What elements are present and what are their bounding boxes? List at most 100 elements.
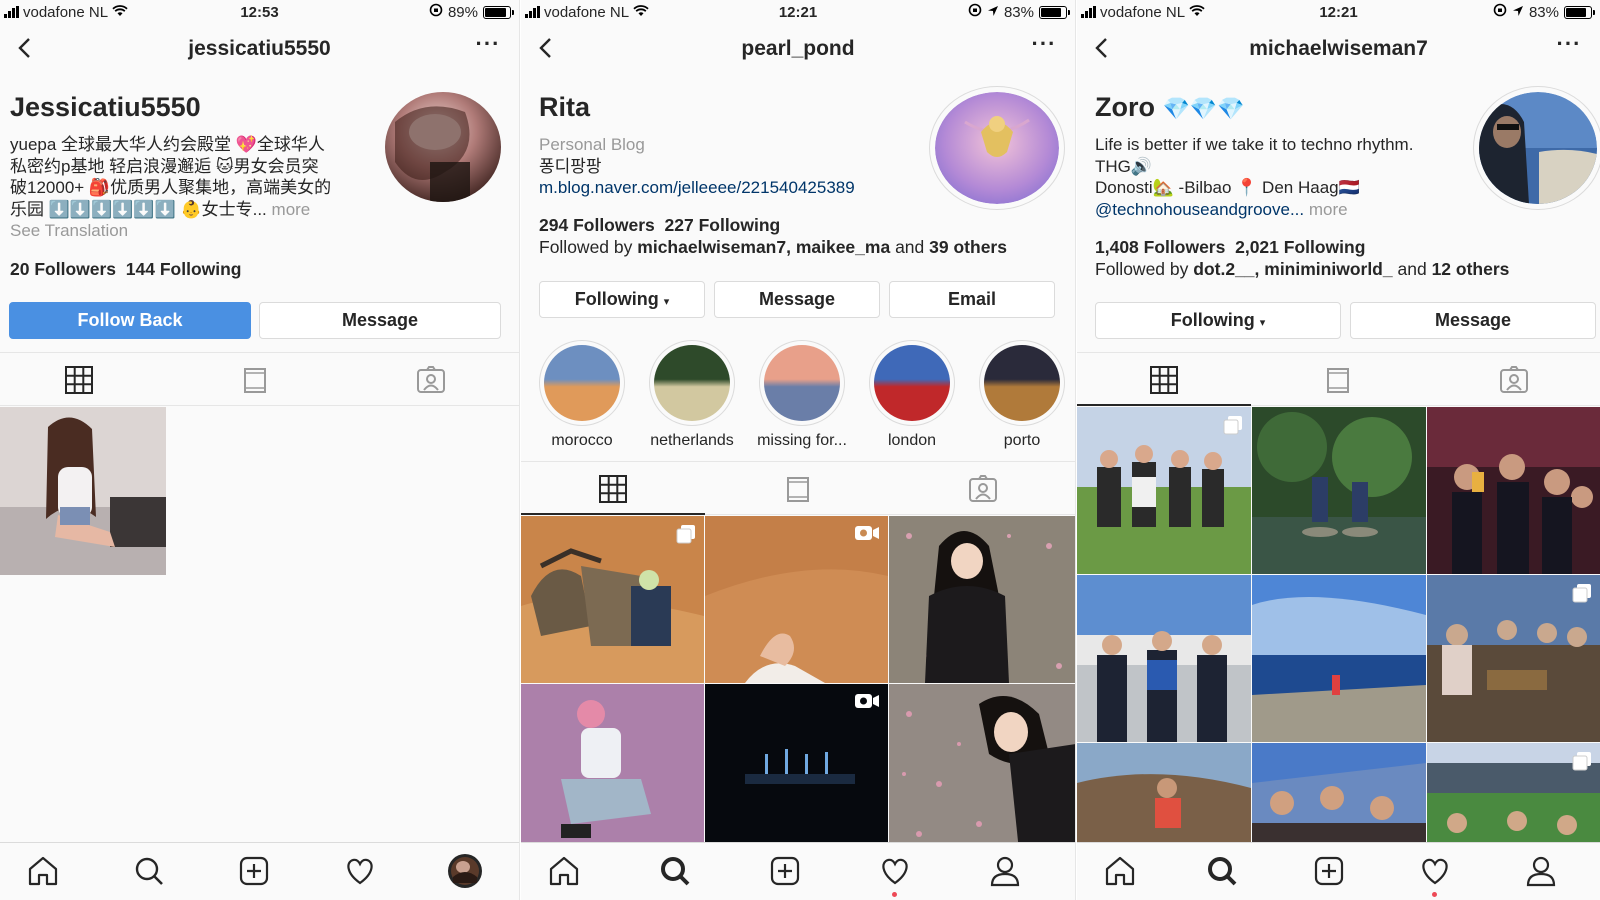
bottom-navigation [1077, 842, 1600, 900]
nav-search[interactable] [131, 853, 167, 889]
battery-icon [1564, 5, 1595, 19]
new-post-icon [1314, 856, 1344, 886]
tagged-icon [1500, 366, 1528, 393]
following-stat[interactable]: 144 Following [126, 259, 242, 279]
post-thumbnail[interactable] [1427, 743, 1600, 842]
following-count: 144 [125, 259, 155, 279]
new-post-icon [239, 856, 269, 886]
post-thumbnail[interactable] [1427, 575, 1600, 742]
profile-avatar[interactable] [1473, 86, 1600, 210]
back-button[interactable] [12, 34, 40, 62]
nav-home[interactable] [1102, 853, 1138, 889]
see-translation-link[interactable]: See Translation [10, 220, 370, 242]
tab-grid[interactable] [597, 473, 629, 505]
followed-by-line[interactable]: Followed by dot.2__, miniminiworld_ and … [1095, 258, 1595, 280]
post-grid [1077, 407, 1600, 842]
post-thumbnail[interactable] [705, 516, 888, 683]
profile-website-link[interactable]: m.blog.naver.com/jelleeee/221540425389 [539, 177, 919, 199]
email-button[interactable]: Email [889, 281, 1055, 318]
story-highlight[interactable]: missing for... [752, 340, 852, 450]
tab-tagged[interactable] [967, 473, 999, 505]
notification-dot [1432, 892, 1437, 897]
post-thumbnail[interactable] [1427, 407, 1600, 574]
back-button[interactable] [533, 34, 561, 62]
more-options-button[interactable]: ··· [1029, 33, 1059, 62]
back-button[interactable] [1089, 34, 1117, 62]
profile-bio: yuepa 全球最大华人约会殿堂 💖全球华人 私密约p基地 轻启浪漫邂逅 🐱男女… [10, 134, 370, 242]
story-highlight[interactable]: morocco [532, 340, 632, 450]
notification-dot [892, 892, 897, 897]
followers-stat[interactable]: 20 Followers [10, 259, 116, 279]
post-thumbnail[interactable] [889, 684, 1075, 842]
post-thumbnail[interactable] [521, 684, 704, 842]
nav-profile[interactable] [447, 853, 483, 889]
tab-feed[interactable] [1322, 364, 1354, 396]
message-button[interactable]: Message [1350, 302, 1596, 339]
post-thumbnail[interactable] [1252, 575, 1426, 742]
followed-by-line[interactable]: Followed by michaelwiseman7, maikee_ma a… [539, 236, 1059, 258]
story-highlight[interactable]: porto [972, 340, 1072, 450]
more-options-button[interactable]: ··· [473, 33, 503, 62]
bio-more-link[interactable]: more [1309, 200, 1348, 219]
display-name-text: Zoro [1095, 92, 1155, 122]
message-button[interactable]: Message [714, 281, 880, 318]
nav-activity[interactable] [877, 853, 913, 889]
following-stat[interactable]: 2,021 Following [1235, 237, 1365, 257]
nav-new-post[interactable] [236, 853, 272, 889]
following-button[interactable]: Following ▾ [539, 281, 705, 318]
nav-activity[interactable] [342, 853, 378, 889]
more-options-button[interactable]: ··· [1554, 31, 1584, 62]
post-thumbnail[interactable] [521, 516, 704, 683]
profile-avatar[interactable] [929, 86, 1065, 210]
follow-back-button[interactable]: Follow Back [9, 302, 251, 339]
nav-new-post[interactable] [1311, 853, 1347, 889]
nav-profile[interactable] [1523, 853, 1559, 889]
following-button[interactable]: Following ▾ [1095, 302, 1341, 339]
tab-grid[interactable] [63, 364, 95, 396]
nav-profile[interactable] [987, 853, 1023, 889]
following-stat[interactable]: 227 Following [665, 215, 781, 235]
nav-activity[interactable] [1417, 853, 1453, 889]
tab-feed[interactable] [782, 473, 814, 505]
nav-new-post[interactable] [767, 853, 803, 889]
following-button-label: Following [574, 289, 659, 309]
profile-username-title: michaelwiseman7 [1249, 37, 1428, 60]
post-thumbnail[interactable] [1077, 407, 1251, 574]
bio-mention-link[interactable]: @technohouseandgroove... [1095, 200, 1304, 219]
home-icon [549, 856, 579, 886]
tab-feed[interactable] [239, 364, 271, 396]
post-thumbnail[interactable] [889, 516, 1075, 683]
tab-grid[interactable] [1148, 364, 1180, 396]
grid-icon [65, 366, 93, 394]
chevron-down-icon: ▾ [663, 296, 670, 308]
profile-avatar[interactable] [385, 92, 501, 202]
followed-by-prefix: Followed by [1095, 259, 1189, 279]
followers-count: 20 [10, 259, 30, 279]
post-thumbnail[interactable] [1252, 407, 1426, 574]
post-thumbnail[interactable] [1252, 743, 1426, 842]
followers-stat[interactable]: 1,408 Followers [1095, 237, 1225, 257]
nav-search[interactable] [1204, 853, 1240, 889]
story-highlight[interactable]: netherlands [642, 340, 742, 450]
ellipsis-icon: ··· [1556, 31, 1582, 56]
nav-home[interactable] [25, 853, 61, 889]
tab-tagged[interactable] [415, 364, 447, 396]
tab-tagged[interactable] [1498, 364, 1530, 396]
post-thumbnail[interactable] [1077, 743, 1251, 842]
nav-search[interactable] [657, 853, 693, 889]
chevron-left-icon [539, 38, 551, 58]
bio-line-last: @technohouseandgroove... more [1095, 199, 1465, 221]
followed-by-and: and [895, 237, 925, 257]
nav-home[interactable] [546, 853, 582, 889]
bio-more-link[interactable]: more [272, 200, 311, 219]
grid-icon [1150, 366, 1178, 394]
post-thumbnail[interactable] [705, 684, 888, 842]
profile-display-name: Jessicatiu5550 [10, 92, 201, 122]
rotation-lock-icon [1493, 3, 1507, 21]
post-thumbnail[interactable] [1077, 575, 1251, 742]
story-highlight[interactable]: london [862, 340, 962, 450]
followers-stat[interactable]: 294 Followers [539, 215, 655, 235]
feed-icon [1327, 368, 1349, 393]
message-button[interactable]: Message [259, 302, 501, 339]
post-thumbnail[interactable] [0, 407, 166, 575]
